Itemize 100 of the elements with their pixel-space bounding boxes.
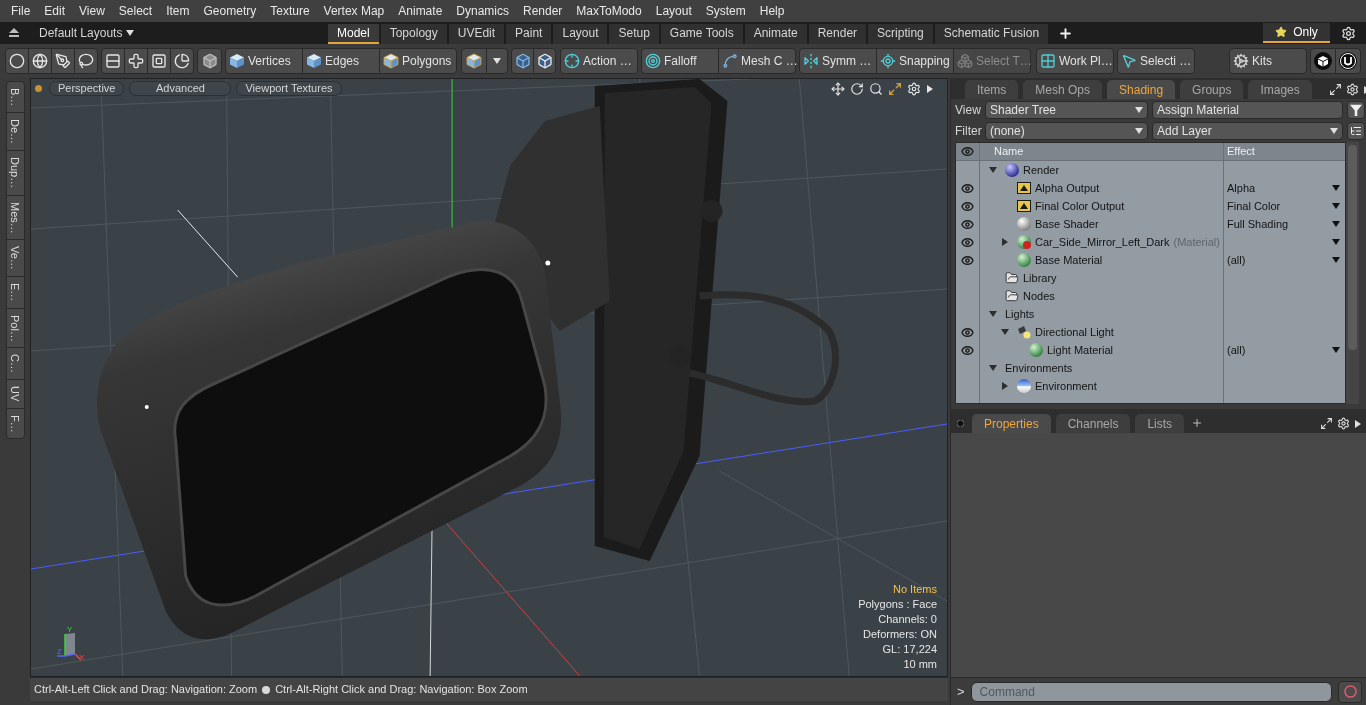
menu-item[interactable]: Select	[111, 2, 160, 20]
maximize-icon[interactable]	[1320, 417, 1333, 430]
effect-dropdown[interactable]: (all)	[1224, 251, 1345, 269]
tree-item-label[interactable]: Directional Light	[1035, 323, 1114, 341]
side-tab[interactable]: Ve…	[5, 239, 25, 278]
layout-tab[interactable]: Scripting	[868, 24, 933, 44]
command-field[interactable]: Command	[970, 681, 1332, 702]
settings-icon[interactable]	[1337, 417, 1350, 430]
panel-tab[interactable]: Groups	[1180, 80, 1244, 99]
tool-button[interactable]: Falloff	[641, 48, 719, 74]
tool-button[interactable]	[197, 48, 222, 74]
tool-button[interactable]	[1310, 48, 1336, 74]
side-tab[interactable]: UV	[5, 379, 25, 409]
filter-dropdown[interactable]: (none)	[985, 121, 1148, 140]
settings-icon[interactable]	[1345, 83, 1359, 96]
tree-item-label[interactable]: Final Color Output	[1035, 197, 1125, 215]
favorites-toggle[interactable]: Only	[1263, 23, 1330, 43]
menu-item[interactable]: Render	[516, 2, 570, 20]
panel-tab[interactable]: Shading	[1107, 80, 1176, 99]
side-tab[interactable]: C…	[5, 347, 25, 381]
tree-item-label[interactable]: Render	[1023, 161, 1060, 179]
settings-icon[interactable]	[1341, 25, 1356, 41]
panel-tab[interactable]: Channels	[1055, 414, 1131, 433]
layout-tab[interactable]: Paint	[506, 24, 552, 44]
effect-dropdown[interactable]: (all)	[1224, 341, 1345, 359]
rotate-icon[interactable]	[850, 82, 864, 96]
visibility-eye-icon[interactable]	[961, 181, 974, 195]
tool-button[interactable]: Vertices	[225, 48, 303, 74]
side-tab[interactable]: F…	[5, 407, 25, 440]
panel-tab[interactable]: Items	[965, 80, 1019, 99]
expand-toggle-icon[interactable]	[989, 364, 997, 372]
panel-tab[interactable]: Images	[1248, 80, 1312, 99]
record-button[interactable]	[1338, 680, 1362, 703]
tool-button[interactable]: Work Pl…	[1036, 48, 1114, 74]
expand-toggle-icon[interactable]	[989, 310, 997, 318]
menu-item[interactable]: Item	[159, 2, 197, 20]
tool-button[interactable]	[486, 48, 508, 74]
expand-toggle-icon[interactable]	[1001, 328, 1009, 336]
tool-button[interactable]	[170, 48, 194, 74]
layout-tab[interactable]: Model	[328, 24, 379, 44]
tree-item-label[interactable]: Light Material	[1047, 341, 1114, 359]
menu-item[interactable]: Layout	[648, 2, 699, 20]
viewport-option-button[interactable]: Perspective	[49, 81, 125, 96]
panel-tab[interactable]: Mesh Ops	[1023, 80, 1103, 99]
layouts-dropdown[interactable]: Default Layouts	[39, 23, 135, 43]
visibility-eye-icon[interactable]	[961, 253, 974, 267]
viewport-option-button[interactable]: Viewport Textures	[236, 81, 342, 96]
tool-button[interactable]	[1335, 48, 1361, 74]
effect-dropdown[interactable]: Final Color	[1224, 197, 1345, 215]
menu-item[interactable]: Edit	[37, 2, 73, 20]
tool-button[interactable]: Symm …	[799, 48, 877, 74]
panel-tab[interactable]: Properties	[972, 414, 1051, 433]
tree-item-label[interactable]: Lights	[1005, 305, 1035, 323]
layout-tab[interactable]: Setup	[609, 24, 659, 44]
side-tab[interactable]: Pol…	[5, 307, 25, 349]
tool-button[interactable]	[74, 48, 98, 74]
tool-button[interactable]: Snapping	[876, 48, 954, 74]
visibility-eye-icon[interactable]	[961, 235, 974, 249]
layout-tab[interactable]: Schematic Fusion	[934, 24, 1049, 44]
visibility-eye-icon[interactable]	[961, 199, 974, 213]
settings-icon[interactable]	[907, 82, 921, 96]
scrollbar[interactable]	[1346, 142, 1359, 404]
visibility-eye-icon[interactable]	[961, 217, 974, 231]
tool-button[interactable]	[51, 48, 75, 74]
move-icon[interactable]	[831, 82, 845, 96]
visibility-eye-icon[interactable]	[961, 343, 974, 357]
maximize-icon[interactable]	[1328, 83, 1342, 96]
tool-button[interactable]: Mesh C …	[718, 48, 796, 74]
tool-button[interactable]: Polygons	[379, 48, 457, 74]
tool-button[interactable]: Selecti …	[1117, 48, 1195, 74]
side-tab[interactable]: De…	[5, 112, 25, 152]
side-tab[interactable]: Mes…	[5, 194, 25, 241]
panel-menu-icon[interactable]	[957, 420, 964, 427]
expand-toggle-icon[interactable]	[1001, 382, 1009, 390]
tool-button[interactable]	[101, 48, 125, 74]
expand-toggle-icon[interactable]	[1001, 238, 1009, 246]
tool-button[interactable]	[28, 48, 52, 74]
tree-item-label[interactable]: Car_Side_Mirror_Left_Dark	[1035, 233, 1170, 251]
visibility-eye-icon[interactable]	[961, 325, 974, 339]
expand-toggle-icon[interactable]	[989, 166, 997, 174]
menu-item[interactable]: Dynamics	[449, 2, 516, 20]
add-tab-icon[interactable]	[1058, 25, 1074, 41]
assign-material-button[interactable]: Assign Material	[1152, 100, 1343, 119]
panel-tab[interactable]: Lists	[1135, 414, 1185, 433]
tool-button[interactable]	[124, 48, 148, 74]
side-tab[interactable]: E…	[5, 276, 25, 309]
tree-item-label[interactable]: Environments	[1005, 359, 1073, 377]
layout-tab[interactable]: UVEdit	[448, 24, 505, 44]
tool-button[interactable]	[533, 48, 556, 74]
layout-tab[interactable]: Layout	[553, 24, 608, 44]
maximize-icon[interactable]	[888, 82, 902, 96]
tool-button[interactable]	[511, 48, 534, 74]
tool-button[interactable]	[461, 48, 487, 74]
tree-item-label[interactable]: Environment	[1035, 377, 1097, 395]
tree-item-label[interactable]: Alpha Output	[1035, 179, 1100, 197]
menu-item[interactable]: View	[72, 2, 112, 20]
tool-button[interactable]: Action …	[560, 48, 638, 74]
menu-item[interactable]: File	[4, 2, 38, 20]
viewport-option-button[interactable]: Advanced	[129, 81, 232, 96]
menu-item[interactable]: Help	[752, 2, 792, 20]
